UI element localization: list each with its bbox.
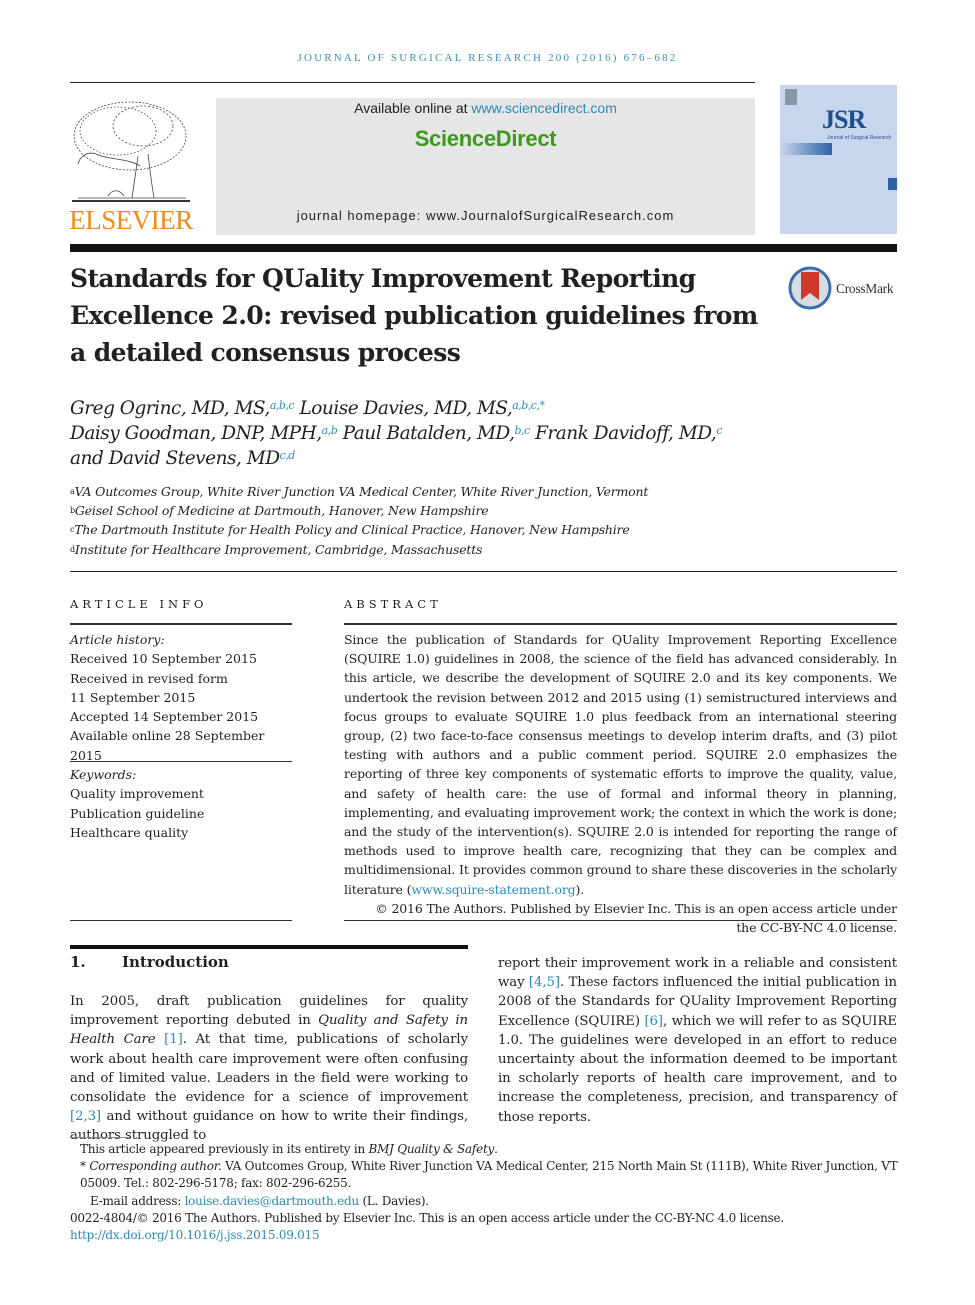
history-item: Received in revised form [70,670,228,686]
journal-cover[interactable]: JSR Journal of Surgical Research [780,85,897,234]
author-affil-sup[interactable]: a,b [322,424,338,437]
section-rule [70,945,468,949]
footnotes: This article appeared previously in its … [70,1141,900,1244]
footnote-email: E-mail address: louise.davies@dartmouth.… [90,1193,429,1208]
crossmark-badge[interactable]: CrossMark [788,266,908,310]
running-head: JOURNAL OF SURGICAL RESEARCH 200 (2016) … [297,52,678,64]
section-title: Introduction [122,953,229,971]
author[interactable]: Louise Davies, MD, MS,a,b,c,* [299,398,544,419]
squire-link[interactable]: www.squire-statement.org [411,882,575,897]
divider [70,623,292,625]
author[interactable]: Daisy Goodman, DNP, MPH,a,b [70,423,338,444]
cover-stripe [780,143,832,155]
citation-link[interactable]: [2,3] [70,1109,101,1124]
keywords: Keywords: Quality improvement Publicatio… [70,765,300,842]
citation-link[interactable]: [1] [164,1032,183,1047]
affiliation: dInstitute for Healthcare Improvement, C… [70,541,483,557]
author[interactable]: Paul Batalden, MD,b,c [343,423,531,444]
cover-jsr-abbr: JSR [822,105,866,134]
abstract-copyright: © 2016 The Authors. Published by Elsevie… [375,900,897,936]
elsevier-tree-icon [72,101,190,202]
intro-column-right: report their improvement work in a relia… [498,956,897,1125]
available-online-text: Available online at www.sciencedirect.co… [216,100,755,116]
article-history-label: Article history: [70,632,165,647]
article-title: Standards for QUality Improvement Report… [70,264,758,367]
intro-column-left: In 2005, draft publication guidelines fo… [70,994,468,1144]
elsevier-logo[interactable]: ELSEVIER [68,96,194,236]
cover-subtitle: Journal of Surgical Research [827,135,892,141]
top-rule [70,82,755,83]
affiliation: bGeisel School of Medicine at Dartmouth,… [70,503,489,519]
author-affil-sup[interactable]: a,b,c,* [512,399,545,412]
article-history: Article history: Received 10 September 2… [70,630,300,765]
issn-line: 0022-4804/© 2016 The Authors. Published … [70,1210,784,1225]
history-item: 11 September 2015 [70,689,196,705]
sciencedirect-link[interactable]: www.sciencedirect.com [471,100,617,116]
citation-link[interactable]: [6] [644,1014,663,1029]
affiliation: aVA Outcomes Group, White River Junction… [70,484,649,499]
affiliation-list: aVA Outcomes Group, White River Junction… [70,482,770,559]
divider [344,623,897,625]
footnote-previous-publication: This article appeared previously in its … [80,1142,498,1156]
author[interactable]: Greg Ogrinc, MD, MS,a,b,c [70,398,295,419]
keyword[interactable]: Healthcare quality [70,823,300,842]
author-list: Greg Ogrinc, MD, MS,a,b,c Louise Davies,… [70,396,790,471]
header-thick-rule [70,244,897,252]
history-item: Accepted 14 September 2015 [70,709,259,725]
author-affil-sup[interactable]: c [716,424,722,437]
sciencedirect-banner: Available online at www.sciencedirect.co… [216,98,755,235]
affiliation: cThe Dartmouth Institute for Health Poli… [70,522,630,538]
citation-link[interactable]: [4,5] [529,975,560,990]
divider [70,761,292,762]
elsevier-wordmark: ELSEVIER [69,205,193,235]
keyword[interactable]: Quality improvement [70,784,300,803]
abstract-heading: ABSTRACT [344,597,442,611]
author[interactable]: Frank Davidoff, MD,c [535,423,722,444]
divider [70,571,897,572]
divider [70,920,292,921]
author-affil-sup[interactable]: c,d [280,449,296,462]
article-info-heading: ARTICLE INFO [70,597,208,611]
sciencedirect-logo[interactable]: ScienceDirect [216,126,755,152]
history-item: Available online 28 September 2015 [70,728,265,763]
section-number: 1. [70,953,86,971]
crossmark-label: CrossMark [836,281,894,296]
divider [344,920,897,921]
keywords-label: Keywords: [70,767,137,782]
journal-homepage[interactable]: journal homepage: www.JournalofSurgicalR… [216,208,755,223]
cover-stripe-small [888,178,897,190]
email-link[interactable]: louise.davies@dartmouth.edu [185,1194,360,1208]
author[interactable]: and David Stevens, MDc,d [70,448,295,469]
author-affil-sup[interactable]: a,b,c [270,399,295,412]
footnote-corresponding-author: * Corresponding author. VA Outcomes Grou… [80,1159,898,1191]
section-heading-introduction: 1. Introduction [70,953,229,971]
available-online-label: Available online at [354,100,472,116]
abstract-text: Since the publication of Standards for Q… [344,632,897,897]
crossmark-icon [788,266,832,310]
abstract-body: Since the publication of Standards for Q… [344,630,897,937]
history-item: Received 10 September 2015 [70,651,257,667]
footnote-rule [70,1137,130,1138]
keyword[interactable]: Publication guideline [70,804,300,823]
cover-elsevier-icon [785,89,797,105]
author-affil-sup[interactable]: b,c [514,424,530,437]
doi-link[interactable]: http://dx.doi.org/10.1016/j.jss.2015.09.… [70,1227,900,1244]
